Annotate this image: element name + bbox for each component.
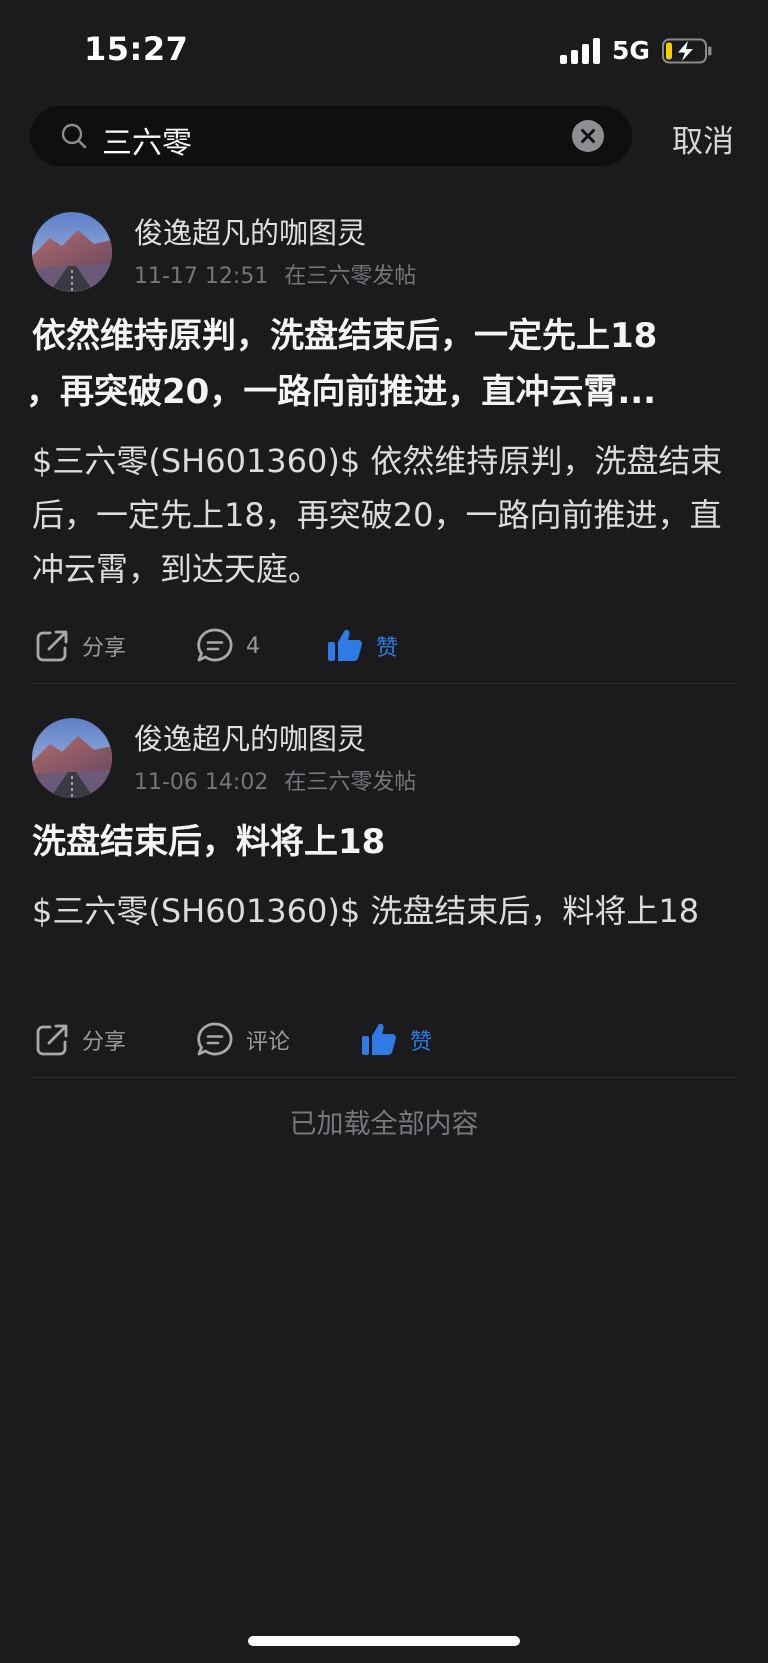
post-location[interactable]: 在三六零发帖 xyxy=(284,770,416,795)
avatar[interactable] xyxy=(32,212,112,292)
share-label: 分享 xyxy=(82,1030,127,1055)
divider xyxy=(30,1077,738,1078)
screen: 15:27 5G 三六零 取消 俊逸超凡的咖图灵 11-17 12:51 在三六… xyxy=(0,0,768,1663)
thumbs-up-icon xyxy=(362,1023,396,1055)
battery-charging-icon xyxy=(662,38,712,64)
search-icon xyxy=(61,123,87,149)
comment-count: 4 xyxy=(246,633,260,659)
like-label: 赞 xyxy=(376,636,399,661)
comment-icon xyxy=(197,628,233,662)
post-time: 11-06 14:02 xyxy=(134,770,269,795)
author-name[interactable]: 俊逸超凡的咖图灵 xyxy=(134,210,366,252)
post-body[interactable]: $三六零(SH601360)$ 洗盘结束后，料将上18 xyxy=(32,884,736,938)
share-button[interactable]: 分享 xyxy=(34,626,126,666)
author-name[interactable]: 俊逸超凡的咖图灵 xyxy=(134,716,366,758)
share-icon xyxy=(36,630,68,662)
post-title-line: 洗盘结束后，料将上18 xyxy=(32,822,386,862)
comment-icon xyxy=(197,1022,233,1056)
clear-icon[interactable] xyxy=(572,120,604,152)
cancel-button[interactable]: 取消 xyxy=(672,116,734,161)
comment-button[interactable]: 评论 xyxy=(196,1020,290,1060)
like-button[interactable]: 赞 xyxy=(360,1020,432,1060)
post-meta: 11-17 12:51 在三六零发帖 xyxy=(134,258,416,290)
post-title-line: ，再突破20，一路向前推进，直冲云霄... xyxy=(26,372,657,412)
end-of-list-text: 已加载全部内容 xyxy=(289,1109,479,1140)
divider xyxy=(30,683,738,684)
comment-button[interactable]: 4 xyxy=(196,626,260,666)
avatar[interactable] xyxy=(32,718,112,798)
like-button[interactable]: 赞 xyxy=(326,626,398,666)
post-location[interactable]: 在三六零发帖 xyxy=(284,264,416,289)
home-indicator[interactable] xyxy=(248,1636,520,1646)
post-title[interactable]: 洗盘结束后，料将上18 xyxy=(32,814,732,870)
like-label: 赞 xyxy=(410,1030,433,1055)
share-icon xyxy=(36,1024,68,1056)
comment-label: 评论 xyxy=(246,1030,291,1055)
post-title-line: 依然维持原判，洗盘结束后，一定先上18 xyxy=(32,316,658,356)
search-bar[interactable]: 三六零 xyxy=(30,106,632,166)
network-label: 5G xyxy=(612,36,650,65)
share-label: 分享 xyxy=(82,636,127,661)
status-time: 15:27 xyxy=(84,30,189,68)
share-button[interactable]: 分享 xyxy=(34,1020,126,1060)
search-input[interactable]: 三六零 xyxy=(102,118,192,162)
post-title[interactable]: 依然维持原判，洗盘结束后，一定先上18 ，再突破20，一路向前推进，直冲云霄..… xyxy=(26,308,732,420)
post-time: 11-17 12:51 xyxy=(134,264,269,289)
signal-icon xyxy=(560,38,604,64)
post-meta: 11-06 14:02 在三六零发帖 xyxy=(134,764,416,796)
status-bar: 15:27 5G xyxy=(0,0,768,96)
thumbs-up-icon xyxy=(328,629,362,661)
post-body[interactable]: $三六零(SH601360)$ 依然维持原判，洗盘结束后，一定先上18，再突破2… xyxy=(32,434,736,596)
